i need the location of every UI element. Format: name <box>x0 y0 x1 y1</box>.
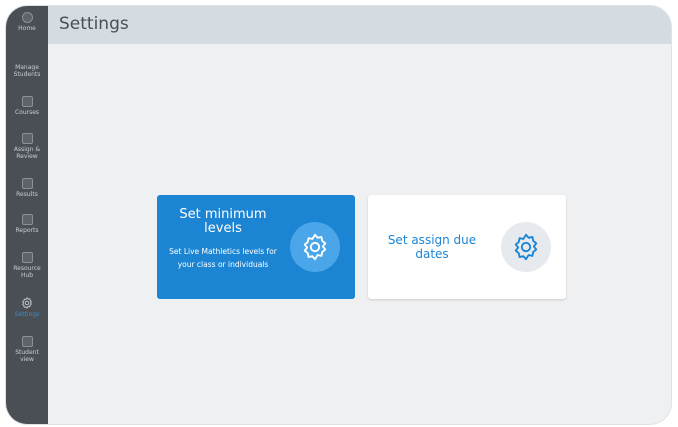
sidebar-item-student-view[interactable]: Student view <box>6 336 48 363</box>
card-title: Set minimum levels <box>179 207 267 236</box>
sidebar-item-manage-students[interactable]: Manage Students <box>6 51 48 78</box>
app-frame: Home Manage Students Courses Assign & Re… <box>5 5 672 425</box>
sidebar: Home Manage Students Courses Assign & Re… <box>6 6 48 424</box>
card-description: Set Live Mathletics levels for your clas… <box>169 247 277 269</box>
reports-icon <box>21 214 33 225</box>
sidebar-item-resource-hub[interactable]: Resource Hub <box>6 252 48 279</box>
sidebar-item-label: Home <box>18 25 36 32</box>
people-icon <box>22 51 33 62</box>
courses-icon <box>21 96 33 107</box>
sidebar-item-label: Courses <box>14 109 40 116</box>
sidebar-item-label: Manage Students <box>13 64 41 78</box>
resource-hub-icon <box>21 252 33 263</box>
sidebar-item-courses[interactable]: Courses <box>6 96 48 116</box>
gear-icon <box>501 222 551 272</box>
gear-icon <box>290 222 340 272</box>
sidebar-item-label: Assign & Review <box>13 146 41 160</box>
sidebar-item-label: Reports <box>15 227 39 234</box>
sidebar-item-reports[interactable]: Reports <box>6 214 48 234</box>
sidebar-item-label: Settings <box>14 311 40 318</box>
student-view-icon <box>21 336 33 347</box>
set-assign-due-dates-card[interactable]: Set assign due dates <box>368 195 566 299</box>
sidebar-item-settings[interactable]: Settings <box>6 297 48 318</box>
sidebar-item-results[interactable]: Results <box>6 178 48 198</box>
sidebar-item-home[interactable]: Home <box>6 12 48 32</box>
header-bar: Settings <box>48 6 671 44</box>
set-minimum-levels-card[interactable]: Set minimum levels Set Live Mathletics l… <box>157 195 355 299</box>
gear-icon <box>21 297 33 309</box>
home-icon <box>21 12 33 23</box>
sidebar-item-label: Resource Hub <box>13 265 41 279</box>
assign-icon <box>21 133 33 144</box>
sidebar-item-label: Student view <box>15 349 39 363</box>
sidebar-item-assign-review[interactable]: Assign & Review <box>6 133 48 160</box>
card-title: Set assign due dates <box>387 233 477 261</box>
results-icon <box>21 178 33 189</box>
page-title: Settings <box>59 14 129 34</box>
sidebar-item-label: Results <box>16 191 38 198</box>
